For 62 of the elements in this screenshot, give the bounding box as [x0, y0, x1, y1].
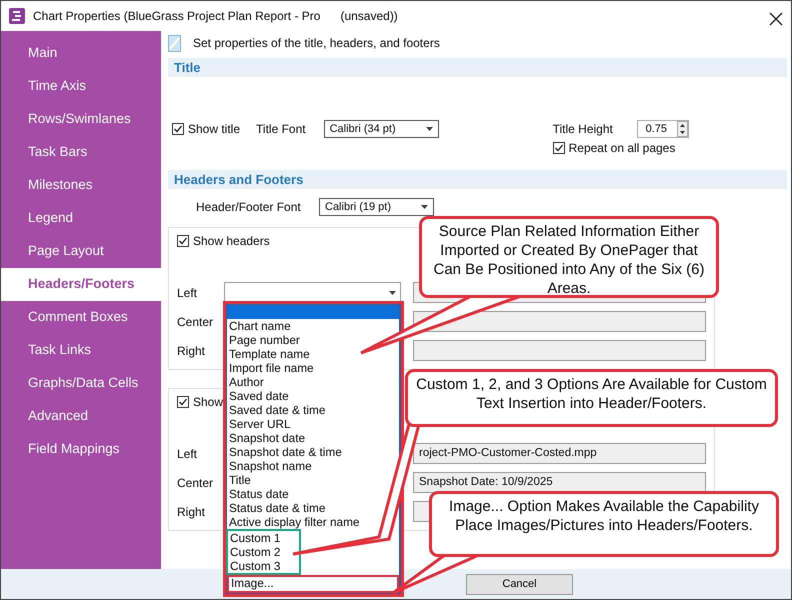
sidebar-item[interactable]: Rows/Swimlanes: [1, 103, 161, 136]
field-label: Left: [177, 446, 198, 462]
dropdown-option[interactable]: Saved date: [227, 389, 399, 403]
checkbox[interactable]: [172, 123, 184, 135]
checkbox-label: Repeat on all pages: [568, 140, 676, 157]
font-dropdown[interactable]: Calibri (34 pt): [324, 120, 439, 138]
sidebar-item[interactable]: Field Mappings: [1, 433, 161, 466]
sidebar-item[interactable]: Headers/Footers: [1, 268, 161, 301]
dropdown-option[interactable]: Active display filter name: [227, 515, 399, 529]
checkbox-label: Show: [193, 394, 224, 411]
text-field[interactable]: Snapshot Date: 10/9/2025: [413, 472, 706, 493]
checkbox[interactable]: [552, 142, 565, 154]
document-icon: [168, 34, 181, 52]
sidebar-item[interactable]: Graphs/Data Cells: [1, 367, 161, 400]
field-label: Right: [177, 504, 206, 520]
text-field[interactable]: [413, 340, 706, 361]
section-heading: Headers and Footers: [168, 170, 787, 189]
field-label: Center: [177, 474, 214, 492]
sidebar-item[interactable]: Task Bars: [1, 136, 161, 169]
sidebar-item[interactable]: Time Axis: [1, 70, 161, 103]
dropdown-option[interactable]: Author: [227, 375, 399, 389]
dropdown-option[interactable]: Chart name: [227, 319, 399, 333]
field-label: Title Font: [256, 121, 306, 138]
dropdown-option[interactable]: Template name: [227, 347, 399, 361]
sidebar-item[interactable]: Legend: [1, 202, 161, 235]
sidebar-item[interactable]: Task Links: [1, 334, 161, 367]
field-label: Left: [177, 284, 198, 302]
sidebar-item[interactable]: Comment Boxes: [1, 301, 161, 334]
description-text: Set properties of the title, headers, and footers: [193, 35, 440, 52]
checkbox[interactable]: [177, 396, 189, 408]
callout: Custom 1, 2, and 3 Options Are Available for Custom Text Insertion into Header/Footers.: [405, 369, 778, 427]
section-heading: Title: [168, 58, 787, 77]
font-dropdown[interactable]: Calibri (19 pt): [319, 198, 434, 216]
text-field[interactable]: roject-PMO-Customer-Costed.mpp: [413, 443, 706, 464]
field-label: Title Height: [552, 121, 614, 138]
caret-icon: [426, 127, 433, 131]
app-icon: [9, 8, 25, 24]
dropdown-field[interactable]: [224, 282, 401, 303]
dropdown-option[interactable]: Snapshot date: [227, 431, 399, 445]
field-label: Right: [177, 342, 206, 360]
spin-arrows-icon[interactable]: [676, 121, 688, 137]
sidebar-item[interactable]: Main: [1, 37, 161, 70]
checkbox-label: Show title: [188, 121, 240, 138]
dropdown-option[interactable]: Import file name: [227, 361, 399, 375]
sidebar-item[interactable]: Page Layout: [1, 235, 161, 268]
dropdown-option[interactable]: Custom 2: [228, 545, 299, 559]
caret-icon: [421, 205, 428, 209]
dropdown-option[interactable]: Server URL: [227, 417, 399, 431]
number-spinner[interactable]: 0.75: [636, 120, 689, 138]
window-title: Chart Properties (BlueGrass Project Plan Report - Pro (unsaved)): [33, 8, 398, 25]
sidebar-item[interactable]: Advanced: [1, 400, 161, 433]
field-label: Header/Footer Font: [196, 199, 302, 216]
dropdown-option[interactable]: Saved date & time: [227, 403, 399, 417]
sidebar-item[interactable]: Milestones: [1, 169, 161, 202]
dropdown-option[interactable]: Snapshot date & time: [227, 445, 399, 459]
field-label: Center: [177, 314, 214, 330]
checkbox[interactable]: [177, 235, 189, 247]
cancel-button[interactable]: Cancel: [466, 574, 573, 594]
dropdown-option[interactable]: Custom 1: [228, 531, 299, 545]
checkbox-label: Show headers: [193, 233, 270, 250]
dropdown-option[interactable]: Custom 3: [228, 559, 299, 573]
dropdown-option[interactable]: Snapshot name: [227, 459, 399, 473]
